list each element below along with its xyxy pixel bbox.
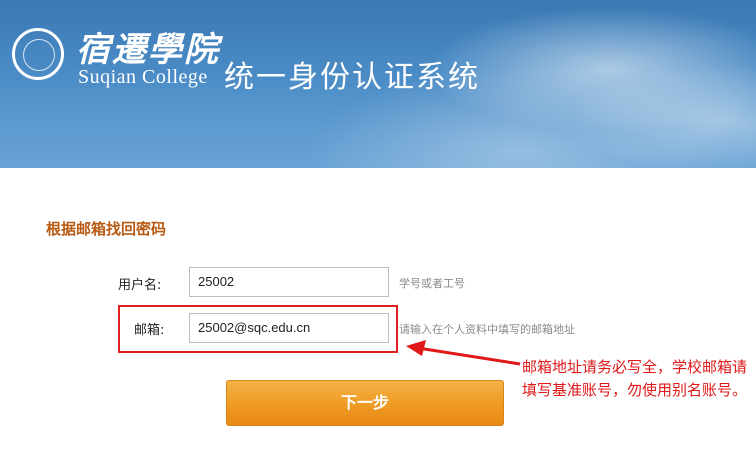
annotation-note: 邮箱地址请务必写全，学校邮箱请填写基准账号，勿使用别名账号。: [522, 358, 748, 399]
username-input[interactable]: 25002: [189, 267, 389, 297]
next-step-button[interactable]: 下一步: [226, 380, 504, 426]
username-label: 用户名:: [118, 278, 162, 293]
annotation-arrow-icon: [406, 340, 521, 366]
email-label: 邮箱:: [134, 323, 165, 338]
header-banner: 宿遷學院 Suqian College 统一身份认证系统: [0, 0, 756, 168]
email-input[interactable]: 25002@sqc.edu.cn: [189, 313, 389, 343]
section-title: 根据邮箱找回密码: [46, 220, 167, 238]
college-name-en: Suqian College: [78, 66, 208, 88]
system-title: 统一身份认证系统: [224, 60, 480, 95]
college-name-cn: 宿遷學院: [76, 30, 220, 70]
username-hint: 学号或者工号: [399, 277, 465, 290]
email-hint: 请输入在个人资料中填写的邮箱地址: [399, 323, 575, 336]
college-seal-logo: [12, 28, 64, 80]
